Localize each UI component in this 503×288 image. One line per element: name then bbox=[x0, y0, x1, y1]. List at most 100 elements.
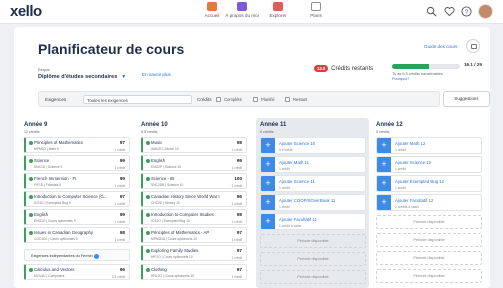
add-course-slot[interactable]: + Ajouter Facultatif 11 1 crédit à valoir bbox=[260, 213, 366, 230]
xello-logo[interactable]: xello bbox=[10, 3, 42, 20]
course-grade: 99 bbox=[119, 176, 125, 181]
course-card[interactable]: Issues in Canadian Geography CGC1D2 | Cou… bbox=[24, 227, 130, 243]
course-card[interactable]: Music AMU2O | Music 10 98 1 crédit bbox=[141, 137, 247, 153]
heart-icon[interactable] bbox=[444, 6, 455, 17]
add-course-label: Ajouter Science 11 bbox=[279, 179, 315, 184]
add-course-slot[interactable]: + Ajouter Science 12 1 crédit bbox=[376, 156, 482, 173]
completed-dot-icon bbox=[146, 177, 150, 181]
remaining-checkbox[interactable] bbox=[285, 97, 290, 102]
course-title: Science - IB bbox=[151, 176, 175, 181]
chevron-down-icon: ▼ bbox=[121, 74, 127, 80]
add-course-slot[interactable]: + Ajouter Science 11 1 crédit bbox=[260, 175, 366, 192]
requirements-filter-label: Exigences bbox=[45, 97, 67, 102]
plus-icon: + bbox=[261, 138, 275, 153]
course-card[interactable]: Principles of Mathematics MPM1D | Math 9 9… bbox=[24, 137, 130, 153]
course-card[interactable]: Clothing HNL2O | Cours optionnels 10 97 1 c… bbox=[141, 264, 247, 280]
planned-checkbox[interactable] bbox=[253, 97, 258, 102]
add-course-label: Ajouter COOP/SOverBook 11 bbox=[279, 198, 336, 203]
print-button[interactable] bbox=[466, 39, 480, 53]
available-period-slot[interactable]: Période disponible bbox=[376, 251, 482, 265]
completed-label: Complété bbox=[224, 97, 242, 102]
course-card[interactable]: Calculus and Vectors MCV4U | Computers 96 0… bbox=[24, 264, 130, 280]
course-card[interactable]: English ENG1D | Cours optionnels 9 99 1 cré… bbox=[24, 209, 130, 225]
course-card[interactable]: Science - IB SNC2DB | Science 10 100 1 créd… bbox=[141, 173, 247, 189]
planned-label: Planifié bbox=[261, 97, 275, 102]
available-period-slot[interactable]: Période disponible bbox=[376, 269, 482, 283]
completed-dot-icon bbox=[146, 231, 150, 235]
plus-icon: + bbox=[261, 157, 275, 172]
course-card[interactable]: Science SNC1D | Science 9 99 1 crédit bbox=[24, 155, 130, 171]
nav-plans[interactable]: Plans bbox=[290, 2, 342, 24]
help-icon[interactable]: ? bbox=[461, 6, 472, 17]
course-title: French Immersion - FI bbox=[34, 176, 77, 181]
course-grade: 97 bbox=[119, 140, 125, 145]
available-period-slot[interactable]: Période disponible bbox=[260, 252, 366, 266]
course-card[interactable]: Exploring Family Studies HIF2O | Cours op… bbox=[141, 245, 247, 261]
year-10-credits: 8.5 crédits bbox=[141, 130, 158, 134]
independent-requirements-group[interactable]: Exigences indépendantes du Fermin bbox=[24, 249, 130, 261]
add-course-label: Ajouter Exempted Bug 12 bbox=[395, 179, 444, 184]
add-course-slot[interactable]: + Ajouter COOP/SOverBook 11 1 crédit bbox=[260, 194, 366, 211]
year-11-column: Année 11 6 crédits + Ajouter Science 10 0.… bbox=[256, 118, 369, 288]
year-12-credits: 0 crédits bbox=[376, 130, 390, 134]
course-card[interactable]: Introduction to Computer Science (G... IC… bbox=[24, 191, 130, 207]
completed-dot-icon bbox=[29, 141, 33, 145]
available-period-slot[interactable]: Période disponible bbox=[260, 234, 366, 248]
course-guide-link[interactable]: Guide des cours bbox=[424, 44, 457, 49]
course-title: Music bbox=[151, 140, 163, 145]
avatar[interactable] bbox=[478, 4, 493, 19]
add-course-credits: 1 crédit bbox=[279, 186, 290, 190]
available-period-slot[interactable]: Période disponible bbox=[376, 215, 482, 229]
add-course-slot[interactable]: + Ajouter Exempted Bug 12 1 crédit bbox=[376, 175, 482, 192]
info-icon bbox=[93, 253, 99, 259]
course-title: Principles of Mathematics - AP bbox=[151, 230, 210, 235]
add-course-slot[interactable]: + Ajouter Facultatif 12 1 crédits à valoir bbox=[376, 194, 482, 211]
course-grade: 100 bbox=[234, 176, 242, 181]
completed-dot-icon bbox=[146, 249, 150, 253]
course-card[interactable]: Canadian History Since World War I CHC2D … bbox=[141, 191, 247, 207]
learn-more-link[interactable]: En savoir plus bbox=[142, 72, 171, 77]
plus-icon: + bbox=[377, 176, 391, 191]
course-card[interactable]: Introduction to Computer Studies ICS2O | … bbox=[141, 209, 247, 225]
add-course-label: Ajouter Facultatif 12 bbox=[395, 198, 434, 203]
clipboard-icon bbox=[311, 2, 321, 11]
completed-dot-icon bbox=[29, 231, 33, 235]
requirements-filter-select[interactable]: Toutes les exigences bbox=[83, 95, 192, 104]
completed-checkbox[interactable] bbox=[216, 97, 221, 102]
credits-filter-label: Crédits bbox=[197, 97, 212, 102]
add-course-slot[interactable]: + Ajouter Science 10 0.5 crédit bbox=[260, 137, 366, 154]
course-grade: 98 bbox=[236, 140, 242, 145]
course-credit: 1 crédit bbox=[231, 184, 242, 188]
course-credit: 1 crédit bbox=[231, 275, 242, 279]
course-title: Clothing bbox=[151, 267, 167, 272]
add-course-slot[interactable]: + Ajouter Math 11 1 crédit bbox=[260, 156, 366, 173]
course-credit: 1 crédit bbox=[231, 166, 242, 170]
course-code: ICS1D | Exempted Bug 9 bbox=[34, 201, 71, 205]
search-icon[interactable] bbox=[426, 6, 437, 17]
course-card[interactable]: English ENG2P | Science 10 99 1 crédit bbox=[141, 155, 247, 171]
available-period-slot[interactable]: Période disponible bbox=[376, 233, 482, 247]
plus-icon: + bbox=[261, 214, 275, 229]
course-code: FIF1D | Francais 9 bbox=[34, 183, 62, 187]
requirements-dropdown[interactable]: Diplôme d'études secondaires ▼ bbox=[38, 74, 126, 80]
course-code: HNL2O | Cours optionnels 10 bbox=[151, 274, 195, 278]
completed-dot-icon bbox=[146, 213, 150, 217]
why-link[interactable]: Pourquoi? bbox=[392, 77, 409, 81]
person-icon bbox=[237, 2, 247, 11]
available-period-slot[interactable]: Période disponible bbox=[260, 270, 366, 284]
course-card[interactable]: French Immersion - FI FIF1D | Francais 9 9… bbox=[24, 173, 130, 189]
add-course-slot[interactable]: + Ajouter Math 12 1 crédit bbox=[376, 137, 482, 154]
course-credit: 1 crédit bbox=[114, 166, 125, 170]
year-9-column: Année 9 12 crédits Principles of Mathema… bbox=[20, 118, 133, 288]
course-title: Introduction to Computer Science (G... bbox=[34, 194, 108, 199]
nav-plans-label: Plans bbox=[310, 13, 322, 18]
suggestions-button[interactable]: Suggestions bbox=[443, 91, 490, 107]
completed-dot-icon bbox=[29, 213, 33, 217]
course-grade: 97 bbox=[119, 194, 125, 199]
course-code: AMU2O | Music 10 bbox=[151, 147, 179, 151]
course-card[interactable]: Principles of Mathematics - AP MPM2DA | C… bbox=[141, 227, 247, 243]
course-title: Issues in Canadian Geography bbox=[34, 230, 94, 235]
course-credit: 1 crédit bbox=[231, 238, 242, 242]
course-code: ENG1D | Cours optionnels 9 bbox=[34, 219, 76, 223]
year-11-credits: 6 crédits bbox=[260, 130, 274, 134]
